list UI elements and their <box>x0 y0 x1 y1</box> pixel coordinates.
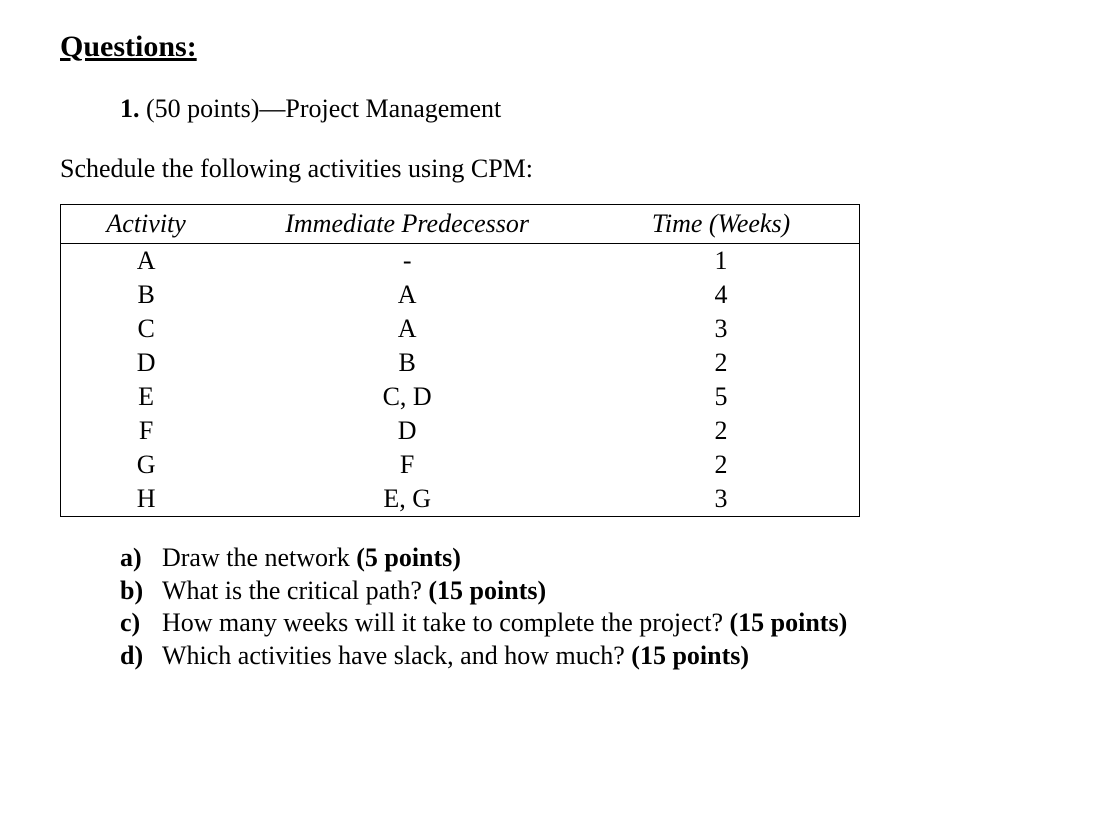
col-header-activity: Activity <box>61 205 232 244</box>
question-title: Project Management <box>285 94 501 123</box>
cell-time: 3 <box>583 482 859 517</box>
instruction-text: Schedule the following activities using … <box>60 154 1060 184</box>
cell-activity: E <box>61 380 232 414</box>
question-dash: — <box>259 94 285 123</box>
cell-time: 5 <box>583 380 859 414</box>
subquestion-points: (15 points) <box>428 576 546 605</box>
cell-activity: B <box>61 278 232 312</box>
subquestion-body: Draw the network <box>162 543 356 572</box>
cell-predecessor: D <box>231 414 583 448</box>
cell-time: 2 <box>583 346 859 380</box>
subquestion-list: a)Draw the network (5 points)b)What is t… <box>120 542 1060 672</box>
subquestion-text: Draw the network (5 points) <box>162 542 461 575</box>
subquestion-points: (15 points) <box>631 641 749 670</box>
cell-time: 1 <box>583 244 859 279</box>
subquestion-letter: a) <box>120 542 162 575</box>
table-row: GF2 <box>61 448 860 482</box>
activity-table: Activity Immediate Predecessor Time (Wee… <box>60 204 860 517</box>
table-row: CA3 <box>61 312 860 346</box>
question-1: 1. (50 points)—Project Management <box>120 94 1060 124</box>
subquestion: a)Draw the network (5 points) <box>120 542 1060 575</box>
table-row: FD2 <box>61 414 860 448</box>
cell-predecessor: E, G <box>231 482 583 517</box>
cell-predecessor: C, D <box>231 380 583 414</box>
cell-predecessor: - <box>231 244 583 279</box>
subquestion: b)What is the critical path? (15 points) <box>120 575 1060 608</box>
subquestion-body: Which activities have slack, and how muc… <box>162 641 631 670</box>
cell-time: 2 <box>583 448 859 482</box>
cell-activity: H <box>61 482 232 517</box>
table-header-row: Activity Immediate Predecessor Time (Wee… <box>61 205 860 244</box>
cell-predecessor: F <box>231 448 583 482</box>
cell-activity: F <box>61 414 232 448</box>
col-header-predecessor: Immediate Predecessor <box>231 205 583 244</box>
subquestion: d)Which activities have slack, and how m… <box>120 640 1060 673</box>
cell-time: 3 <box>583 312 859 346</box>
subquestion: c)How many weeks will it take to complet… <box>120 607 1060 640</box>
subquestion-text: Which activities have slack, and how muc… <box>162 640 749 673</box>
subquestion-points: (5 points) <box>356 543 461 572</box>
subquestion-text: How many weeks will it take to complete … <box>162 607 847 640</box>
cell-time: 4 <box>583 278 859 312</box>
section-heading: Questions: <box>60 30 1060 64</box>
subquestion-letter: b) <box>120 575 162 608</box>
cell-activity: D <box>61 346 232 380</box>
subquestion-body: How many weeks will it take to complete … <box>162 608 730 637</box>
question-number: 1. <box>120 94 140 123</box>
cell-activity: G <box>61 448 232 482</box>
subquestion-body: What is the critical path? <box>162 576 428 605</box>
table-row: BA4 <box>61 278 860 312</box>
subquestion-points: (15 points) <box>730 608 848 637</box>
table-row: DB2 <box>61 346 860 380</box>
cell-predecessor: A <box>231 278 583 312</box>
subquestion-letter: d) <box>120 640 162 673</box>
table-row: A-1 <box>61 244 860 279</box>
cell-predecessor: A <box>231 312 583 346</box>
table-row: HE, G3 <box>61 482 860 517</box>
subquestion-letter: c) <box>120 607 162 640</box>
cell-activity: A <box>61 244 232 279</box>
cell-activity: C <box>61 312 232 346</box>
cell-predecessor: B <box>231 346 583 380</box>
col-header-time: Time (Weeks) <box>583 205 859 244</box>
question-points: (50 points) <box>146 94 259 123</box>
table-row: EC, D5 <box>61 380 860 414</box>
cell-time: 2 <box>583 414 859 448</box>
subquestion-text: What is the critical path? (15 points) <box>162 575 546 608</box>
